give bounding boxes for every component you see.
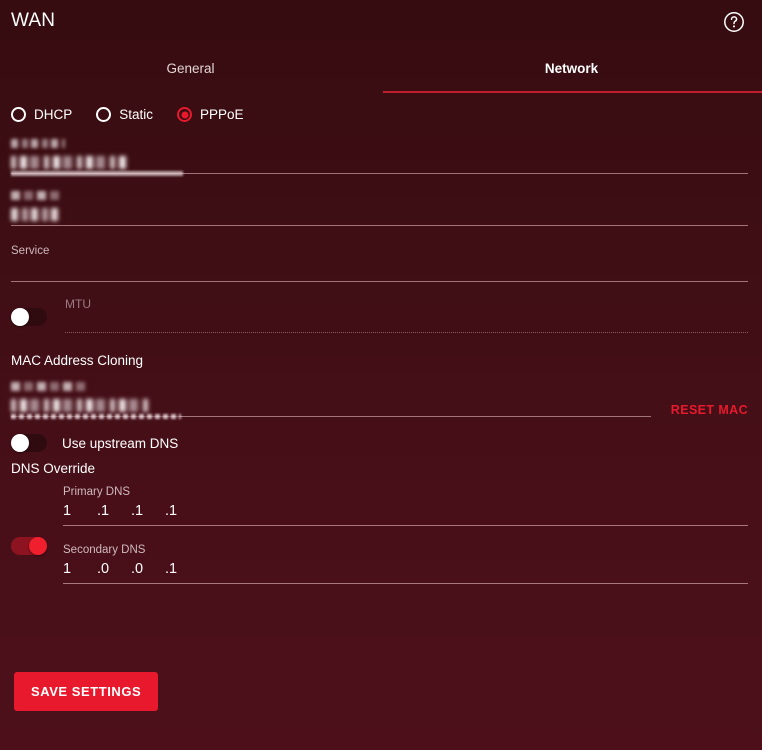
- secondary-dns-octet-4[interactable]: .1: [165, 558, 199, 580]
- tab-general[interactable]: General: [0, 48, 381, 93]
- dns-override-block: Primary DNS 1 .1 .1 .1 Secondary DNS 1 .…: [0, 484, 762, 584]
- radio-static-label: Static: [119, 107, 154, 122]
- text-selection-highlight: [11, 414, 181, 419]
- field-username-rule-wrap: [11, 171, 748, 176]
- field-password-rule-wrap: [11, 225, 748, 226]
- use-upstream-dns-toggle[interactable]: [11, 434, 47, 452]
- mtu-toggle-track[interactable]: [11, 308, 47, 326]
- field-mtu-label: MTU: [65, 297, 91, 311]
- radio-pppoe-label: PPPoE: [200, 107, 244, 122]
- field-username-value: [11, 151, 748, 173]
- field-mtu-rule: [65, 332, 748, 333]
- field-password-label: [11, 188, 748, 203]
- dns-override-heading: DNS Override: [11, 461, 96, 476]
- use-upstream-dns-row[interactable]: Use upstream DNS: [0, 417, 762, 452]
- radio-static[interactable]: Static: [96, 107, 153, 122]
- primary-dns-octet-3[interactable]: .1: [131, 500, 165, 522]
- page-title: WAN: [11, 10, 56, 31]
- field-service[interactable]: Service: [11, 244, 748, 282]
- field-secondary-dns[interactable]: Secondary DNS 1 .0 .0 .1: [63, 542, 748, 584]
- field-password-value: [11, 203, 748, 225]
- primary-dns-octet-1[interactable]: 1: [63, 500, 97, 522]
- primary-dns-octet-2[interactable]: .1: [97, 500, 131, 522]
- secondary-dns-octet-1[interactable]: 1: [63, 558, 97, 580]
- radio-dhcp-label: DHCP: [34, 107, 73, 122]
- redacted-text: [11, 398, 151, 412]
- dns-fields: Primary DNS 1 .1 .1 .1 Secondary DNS 1 .…: [63, 484, 748, 584]
- field-password[interactable]: [11, 188, 748, 226]
- radio-pppoe-mark: [177, 107, 193, 122]
- help-circle-icon[interactable]: [723, 11, 745, 33]
- secondary-dns-octet-2[interactable]: .0: [97, 558, 131, 580]
- field-mtu: MTU: [65, 296, 748, 333]
- redacted-text: [11, 382, 89, 391]
- mac-cloning-heading: MAC Address Cloning: [11, 353, 144, 368]
- field-mac-label: [11, 379, 748, 394]
- connection-mode-radio-group: DHCP Static PPPoE: [0, 93, 762, 122]
- field-password-rule: [11, 225, 748, 226]
- field-username-label: [11, 136, 748, 151]
- save-settings-button[interactable]: SAVE SETTINGS: [14, 672, 159, 711]
- field-mtu-row: MTU: [0, 296, 762, 333]
- use-upstream-dns-toggle-knob: [11, 434, 29, 452]
- field-mac-value: [11, 394, 748, 416]
- field-primary-dns-rule: [63, 525, 748, 526]
- radio-pppoe[interactable]: PPPoE: [177, 107, 244, 122]
- redacted-text: [11, 191, 61, 200]
- field-username[interactable]: [11, 136, 748, 176]
- primary-dns-octet-4[interactable]: .1: [165, 500, 199, 522]
- mtu-toggle-knob: [11, 308, 29, 326]
- tab-network[interactable]: Network: [381, 48, 762, 93]
- dns-override-toggle-knob: [29, 537, 47, 555]
- redacted-text: [11, 139, 65, 148]
- redacted-text: [11, 207, 61, 221]
- field-mac[interactable]: [11, 379, 748, 419]
- pppoe-fields: Service: [0, 136, 762, 282]
- field-secondary-dns-rule: [63, 583, 748, 584]
- field-primary-dns-octets: 1 .1 .1 .1: [63, 500, 748, 522]
- tab-network-label: Network: [544, 61, 599, 76]
- tab-bar: General Network: [0, 48, 762, 93]
- redacted-text: [11, 155, 129, 169]
- use-upstream-dns-label: Use upstream DNS: [62, 435, 179, 451]
- field-secondary-dns-label: Secondary DNS: [63, 544, 146, 556]
- mtu-toggle[interactable]: [11, 308, 47, 326]
- field-mac-row[interactable]: RESET MAC: [0, 379, 762, 419]
- radio-dhcp[interactable]: DHCP: [11, 107, 72, 122]
- field-primary-dns-label: Primary DNS: [63, 486, 131, 498]
- field-secondary-dns-octets: 1 .0 .0 .1: [63, 558, 748, 580]
- field-mtu-value: [65, 313, 748, 332]
- dns-override-toggle[interactable]: [11, 537, 47, 555]
- secondary-dns-octet-3[interactable]: .0: [131, 558, 165, 580]
- field-primary-dns[interactable]: Primary DNS 1 .1 .1 .1: [63, 484, 748, 526]
- field-service-label: Service: [11, 245, 50, 257]
- tab-general-label: General: [166, 61, 215, 76]
- text-selection-highlight: [11, 171, 183, 176]
- field-service-value[interactable]: [11, 259, 748, 281]
- dns-override-toggle-track[interactable]: [11, 537, 47, 555]
- field-service-rule-wrap: [11, 281, 748, 282]
- radio-static-mark: [96, 107, 112, 122]
- field-service-rule: [11, 281, 748, 282]
- radio-dhcp-mark: [11, 107, 26, 122]
- field-mac-rule-wrap: [11, 414, 651, 419]
- page-header: WAN: [0, 0, 762, 48]
- reset-mac-button[interactable]: RESET MAC: [671, 403, 748, 417]
